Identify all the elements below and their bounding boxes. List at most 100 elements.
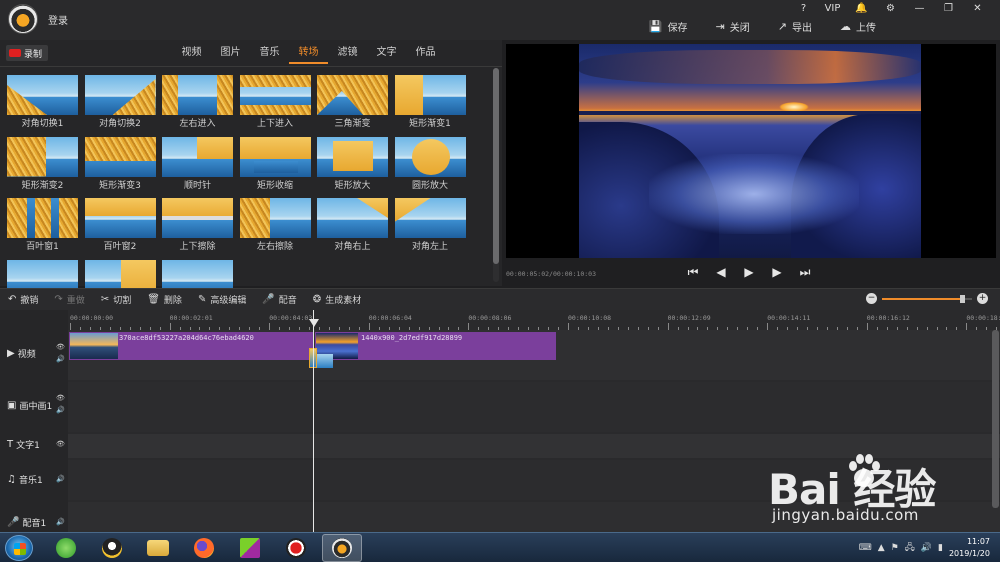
playhead[interactable] (313, 310, 314, 532)
tick-label: 00:00:06:04 (368, 314, 412, 322)
tab-5[interactable]: 文字 (367, 46, 406, 64)
transition-tile[interactable]: 对角右上 (317, 198, 388, 252)
transition-tile[interactable]: 对角切换1 (7, 75, 78, 129)
vip-icon[interactable]: VIP (818, 2, 847, 16)
transition-tile[interactable]: 顺时针 (162, 136, 233, 191)
transition-tile[interactable]: 矩形收缩 (239, 136, 311, 191)
video-track[interactable]: 370ace8df53227a204d64c76ebad4620 1440x90… (68, 330, 1000, 380)
transition-tile[interactable]: 矩形渐变1 (394, 75, 466, 129)
record-button[interactable]: 录制 (6, 45, 48, 61)
tray-expand-icon[interactable]: ▲ (878, 543, 885, 553)
transition-tile[interactable]: 矩形渐变3 (84, 136, 156, 191)
login-link[interactable]: 登录 (48, 12, 68, 27)
prev-frame-icon[interactable]: ◀︎ (714, 265, 728, 279)
volume-icon[interactable]: 🔊 (921, 543, 932, 553)
signal-icon[interactable]: ▮ (938, 543, 943, 553)
video-clip[interactable]: 1440x900_2d7edf917d28899 (315, 332, 556, 360)
media-scrollbar[interactable] (493, 68, 499, 282)
eye-icon[interactable]: 👁 (56, 343, 65, 351)
transition-tile[interactable]: 百叶窗2 (84, 198, 156, 252)
preview-player[interactable] (506, 44, 996, 258)
transition-thumbnail (394, 198, 466, 238)
close-label: 关闭 (729, 23, 750, 34)
pip-track[interactable] (68, 382, 1000, 432)
export-button[interactable]: ↗ 导出 (778, 19, 812, 34)
transition-tile[interactable]: 三角渐变 (317, 75, 388, 129)
transition-tile[interactable]: 左右进入 (162, 75, 233, 129)
transition-tile[interactable]: 对角左上 (394, 198, 466, 252)
tab-2[interactable]: 音乐 (250, 46, 289, 64)
network-icon[interactable]: 🖧 (905, 540, 915, 556)
taskbar-app-qq[interactable] (92, 534, 132, 562)
taskbar-app-explorer[interactable] (138, 534, 178, 562)
eye-icon[interactable]: 👁 (56, 440, 65, 448)
edit-button[interactable]: ✎ 高级编辑 (198, 293, 246, 306)
zoom-in-icon[interactable]: + (977, 293, 988, 304)
track-header-pip[interactable]: ▣ 画中画1 (7, 399, 52, 412)
play-icon[interactable]: ▶ (742, 265, 756, 279)
transition-tile[interactable]: 矩形渐变2 (7, 136, 78, 191)
taskbar-app-refresh[interactable] (46, 534, 86, 562)
taskbar-app-recorder[interactable] (276, 534, 316, 562)
media-scrollbar-thumb[interactable] (493, 68, 499, 264)
time-ruler[interactable]: 00:00:00:00 00:00:02:01 00:00:04:03 00:00:0… (68, 310, 1000, 330)
track-header-video[interactable]: ▶ 视频 (7, 347, 36, 360)
delete-button[interactable]: 🗑 删除 (147, 293, 182, 306)
next-frame-icon[interactable]: ▶︎ (770, 265, 784, 279)
keyboard-icon[interactable]: ⌨ (859, 543, 872, 553)
bell-icon[interactable]: 🔔 (847, 2, 876, 16)
speaker-icon[interactable]: 🔊 (56, 406, 65, 414)
close-window-icon[interactable]: ✕ (963, 2, 992, 16)
speaker-icon[interactable]: 🔊 (56, 518, 65, 526)
zoom-out-icon[interactable]: − (866, 293, 877, 304)
redo-button[interactable]: ↷ 重做 (54, 293, 84, 306)
playhead-handle[interactable] (309, 319, 319, 327)
video-clip[interactable]: 370ace8df53227a204d64c76ebad4620 (69, 332, 313, 360)
tab-0[interactable]: 视频 (172, 46, 211, 64)
track-header-dub[interactable]: 🎤 配音1 (7, 516, 46, 529)
tab-6[interactable]: 作品 (406, 46, 445, 64)
save-button[interactable]: 💾 保存 (649, 19, 688, 34)
taskbar-app-video[interactable] (230, 534, 270, 562)
taskbar-app-editor[interactable] (322, 534, 362, 562)
taskbar-app-firefox[interactable] (184, 534, 224, 562)
track-header-music[interactable]: ♫ 音乐1 (7, 473, 43, 486)
mic-button[interactable]: 🎤 配音 (262, 293, 296, 306)
transition-label: 上下擦除 (179, 242, 216, 252)
tab-3[interactable]: 转场 (289, 46, 328, 64)
transition-tile[interactable]: 上下进入 (239, 75, 311, 129)
speaker-icon[interactable]: 🔊 (56, 475, 65, 483)
skip-end-icon[interactable]: ⏭ (798, 265, 812, 279)
clock-date: 2019/1/20 (948, 549, 990, 558)
upload-button[interactable]: ☁ 上传 (840, 19, 876, 34)
transition-tile[interactable]: 矩形放大 (317, 136, 388, 191)
help-icon[interactable]: ? (789, 2, 818, 16)
start-button[interactable] (5, 535, 33, 561)
undo-button[interactable]: ↶ 撤销 (8, 293, 38, 306)
eye-icon[interactable]: 👁 (56, 394, 65, 402)
tab-4[interactable]: 滤镜 (328, 46, 367, 64)
gear-icon[interactable]: ⚙ (876, 2, 905, 16)
transition-tile[interactable]: 对角切换2 (84, 75, 156, 129)
maximize-icon[interactable]: ❐ (934, 2, 963, 16)
app-logo-icon[interactable] (8, 4, 38, 34)
cut-button[interactable]: ✂ 切割 (101, 293, 131, 306)
track-header-text[interactable]: T 文字1 (7, 438, 40, 451)
transition-tile[interactable]: 左右擦除 (239, 198, 311, 252)
timeline-scrollbar[interactable] (992, 330, 999, 508)
transition-tile[interactable]: 百叶窗1 (7, 198, 78, 252)
generate-button[interactable]: ❂ 生成素材 (313, 293, 361, 306)
zoom-slider-knob[interactable] (960, 295, 965, 303)
minimize-icon[interactable]: — (905, 2, 934, 16)
transition-tile[interactable]: 上下擦除 (162, 198, 233, 252)
flag-icon[interactable]: ⚑ (891, 543, 899, 553)
transition-tile[interactable]: 圆形放大 (394, 136, 466, 191)
tab-1[interactable]: 图片 (211, 46, 250, 64)
zoom-slider[interactable] (882, 295, 972, 303)
tick-label: 00:00:14:11 (767, 314, 811, 322)
speaker-icon[interactable]: 🔊 (56, 355, 65, 363)
tick-label: 00:00:04:03 (269, 314, 313, 322)
system-clock[interactable]: 11:07 2019/1/20 (949, 536, 990, 560)
close-button[interactable]: ⇥ 关闭 (716, 19, 750, 34)
skip-start-icon[interactable]: ⏮ (686, 265, 700, 279)
